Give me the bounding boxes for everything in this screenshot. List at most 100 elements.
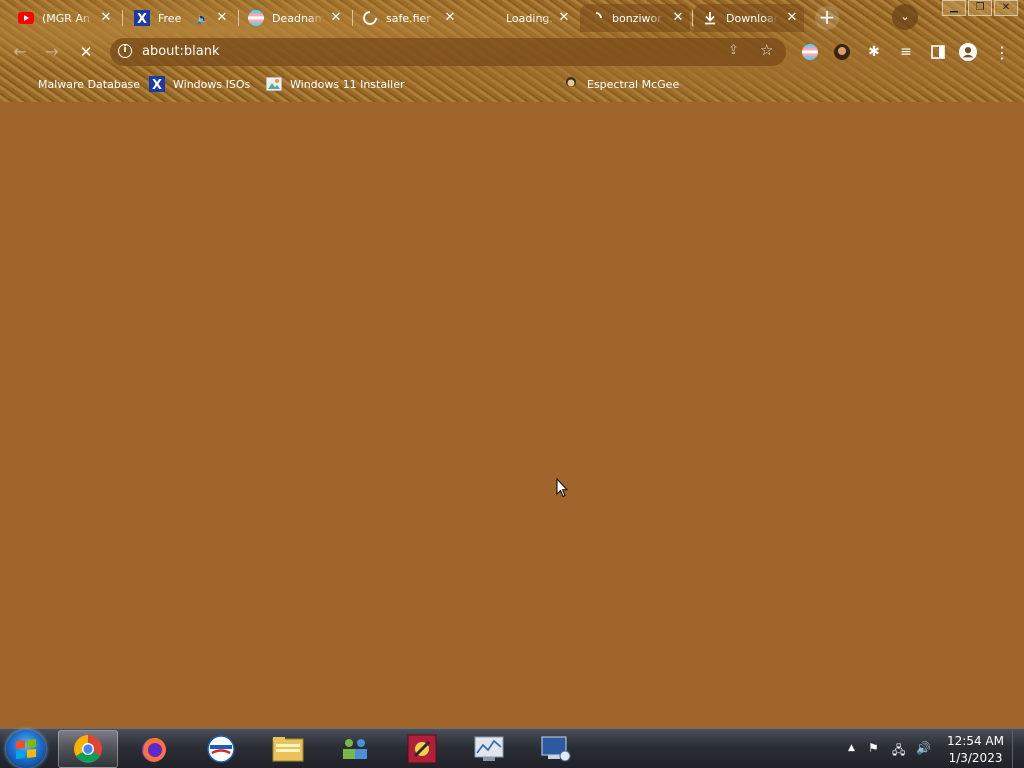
tab-safe-fier[interactable]: safe.fier ✕ — [354, 4, 462, 32]
bookmark-star-icon[interactable]: ☆ — [760, 41, 773, 59]
close-tab-icon[interactable]: ✕ — [328, 10, 344, 26]
firefox-icon — [142, 737, 166, 762]
show-hidden-icons-button[interactable]: ▲ — [848, 743, 855, 753]
share-icon[interactable]: ⇪ — [728, 43, 739, 58]
remote-desktop-icon — [541, 736, 571, 762]
taskbar-firefox[interactable] — [124, 730, 184, 768]
tab-title: Loading... — [506, 11, 558, 25]
tab-separator — [352, 10, 353, 26]
taskbar-system-monitor[interactable] — [459, 730, 519, 768]
taskbar-network[interactable] — [325, 730, 385, 768]
media-controls-icon[interactable]: ≡ — [897, 43, 915, 61]
x-site-icon: X — [134, 10, 150, 26]
tab-search-button[interactable]: ⌄ — [892, 4, 918, 30]
start-button[interactable] — [6, 730, 46, 768]
close-tab-icon[interactable]: ✕ — [214, 10, 230, 26]
file-explorer-icon — [272, 737, 304, 762]
avatar-extension-icon[interactable] — [833, 43, 851, 61]
menu-dots-icon[interactable]: ⋮ — [993, 43, 1011, 62]
taskbar-game[interactable] — [392, 730, 452, 768]
clock-date: 1/3/2023 — [948, 751, 1003, 765]
close-tab-icon[interactable]: ✕ — [442, 10, 458, 26]
url-text[interactable]: about:blank — [142, 44, 220, 59]
chevron-down-icon: ⌄ — [900, 10, 910, 23]
back-button[interactable]: ← — [8, 40, 32, 64]
clock-time: 12:54 AM — [947, 734, 1004, 748]
tab-title: safe.fier — [386, 11, 431, 25]
site-info-icon[interactable]: i — [118, 44, 132, 58]
tab-free[interactable]: X Free 🔈 ✕ — [126, 4, 234, 32]
tab-youtube[interactable]: (MGR An ✕ — [10, 4, 118, 32]
character-icon — [563, 76, 579, 92]
window-controls: ▁ ❐ ✕ — [942, 0, 1018, 16]
bookmark-label: Espectral McGee — [587, 77, 680, 91]
bookmark-item[interactable] — [414, 75, 438, 93]
bookmark-windows-11-installer[interactable]: Windows 11 Installer — [266, 75, 405, 93]
opera-icon — [207, 735, 235, 763]
speaker-icon[interactable]: 🔈 — [196, 12, 210, 25]
taskbar-file-explorer[interactable] — [258, 730, 318, 768]
loading-spinner-icon — [362, 10, 378, 26]
system-monitor-icon — [474, 736, 504, 761]
trans-flag-icon — [248, 10, 264, 26]
game-icon — [407, 734, 437, 764]
extensions-puzzle-icon[interactable]: ✱ — [865, 43, 883, 61]
clock[interactable]: 12:54 AM 1/3/2023 — [947, 733, 1004, 767]
windows-logo-icon — [16, 738, 36, 760]
bookmark-label: Malware Database — [38, 77, 141, 91]
new-tab-button[interactable]: + — [815, 6, 839, 30]
show-desktop-button[interactable] — [1012, 729, 1024, 768]
network-icon — [343, 739, 367, 759]
image-icon — [266, 76, 282, 92]
svg-text:X: X — [137, 12, 147, 26]
tab-title: bonziwor — [612, 11, 662, 25]
tab-strip: (MGR An ✕ X Free 🔈 ✕ Deadnam ✕ safe.fier… — [0, 0, 1024, 34]
bookmark-espectral-mcgee[interactable]: Espectral McGee — [563, 75, 679, 93]
restore-button[interactable]: ❐ — [968, 0, 992, 16]
tab-separator — [238, 10, 239, 26]
mouse-cursor-icon — [556, 478, 568, 498]
close-tab-icon[interactable]: ✕ — [784, 10, 800, 26]
side-panel-icon[interactable] — [929, 43, 947, 61]
volume-icon[interactable]: 🔊 — [916, 741, 931, 755]
tab-title: (MGR An — [42, 11, 90, 25]
taskbar-chrome[interactable] — [58, 730, 118, 768]
youtube-icon — [18, 10, 34, 26]
taskbar: ▲ ⚑ 🖧 🔊 12:54 AM 1/3/2023 — [0, 728, 1024, 768]
close-tab-icon[interactable]: ✕ — [556, 10, 572, 26]
tab-bonziwor[interactable]: bonziwor ✕ — [580, 4, 690, 32]
close-window-button[interactable]: ✕ — [994, 0, 1018, 16]
tab-separator — [692, 10, 693, 26]
chrome-icon — [74, 735, 102, 763]
tab-loading[interactable]: Loading... ✕ — [468, 4, 576, 32]
page-content-area[interactable] — [0, 102, 1024, 728]
navigation-toolbar: ← → ✕ i about:blank ⇪ ☆ ✱ ≡ ⋮ — [0, 34, 1024, 70]
bookmark-label: Windows ISOs — [173, 77, 251, 91]
address-bar[interactable]: i about:blank ⇪ ☆ — [110, 38, 786, 66]
tab-deadnam[interactable]: Deadnam ✕ — [240, 4, 348, 32]
bookmark-label: Windows 11 Installer — [290, 77, 405, 91]
blank-favicon — [476, 10, 492, 26]
bookmark-windows-isos[interactable]: X Windows ISOs — [149, 75, 250, 93]
tab-title: Deadnam — [272, 11, 324, 25]
taskbar-opera[interactable] — [191, 730, 251, 768]
bookmark-malware-database[interactable]: Malware Database — [14, 75, 140, 93]
tab-title: Free — [158, 11, 182, 25]
x-site-icon: X — [149, 76, 165, 92]
tab-download[interactable]: Downloac ✕ — [694, 4, 804, 32]
bookmarks-bar: Malware Database X Windows ISOs Windows … — [0, 71, 1024, 97]
close-tab-icon[interactable]: ✕ — [670, 10, 686, 26]
stop-loading-button[interactable]: ✕ — [74, 40, 98, 64]
minimize-button[interactable]: ▁ — [942, 0, 966, 16]
trans-flag-extension-icon[interactable] — [801, 43, 819, 61]
browser-frame: (MGR An ✕ X Free 🔈 ✕ Deadnam ✕ safe.fier… — [0, 0, 1024, 102]
loading-spinner-icon — [588, 10, 604, 26]
folder-icon — [14, 76, 30, 92]
profile-icon[interactable] — [959, 43, 977, 61]
taskbar-remote-desktop[interactable] — [526, 730, 586, 768]
system-tray: ▲ ⚑ 🖧 🔊 12:54 AM 1/3/2023 — [824, 729, 1024, 768]
forward-button[interactable]: → — [40, 40, 64, 64]
action-center-flag-icon[interactable]: ⚑ — [868, 741, 879, 755]
close-tab-icon[interactable]: ✕ — [98, 10, 114, 26]
network-tray-icon[interactable]: 🖧 — [892, 741, 905, 762]
